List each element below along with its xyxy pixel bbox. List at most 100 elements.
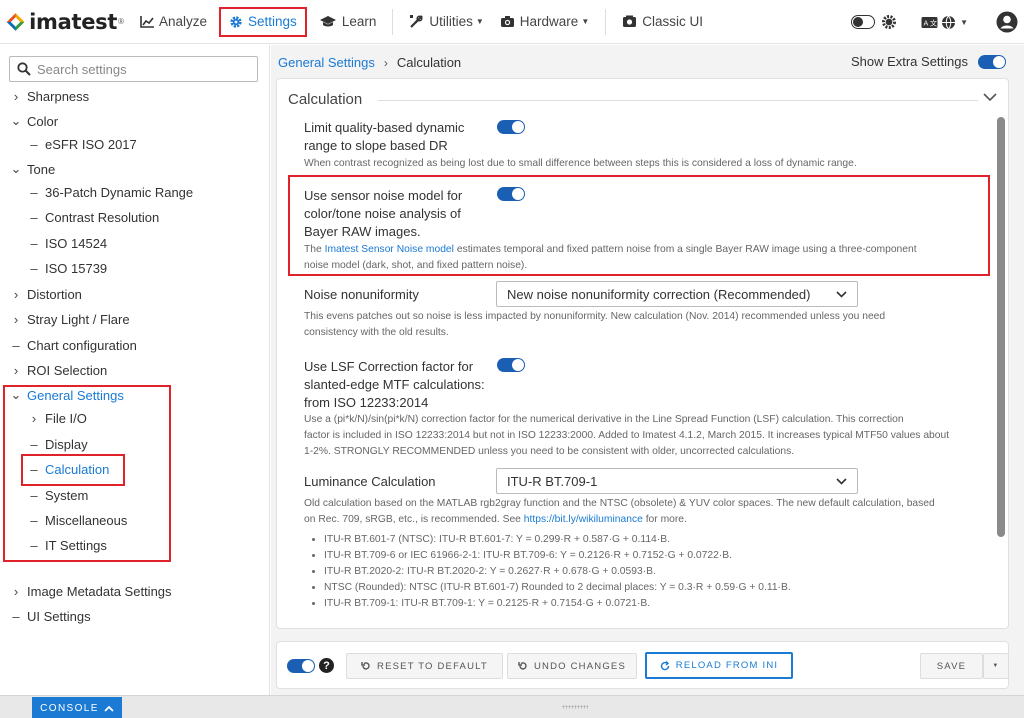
nav-hardware[interactable]: Hardware ▼ (492, 7, 597, 37)
dash-icon: – (30, 136, 38, 152)
chevron-down-icon[interactable] (983, 92, 997, 102)
luminance-calculation-select[interactable]: ITU-R BT.709-1 (496, 468, 858, 494)
wikiluminance-link[interactable]: https://bit.ly/wikiluminance (524, 514, 643, 525)
breadcrumb-general-settings[interactable]: General Settings (278, 55, 375, 70)
sidebar-item-it-settings[interactable]: – IT Settings (27, 534, 107, 556)
chevron-right-icon: › (31, 410, 37, 426)
sidebar-item-roi-selection[interactable]: › ROI Selection (9, 359, 107, 381)
sidebar-item-contrast-resolution[interactable]: – Contrast Resolution (27, 206, 159, 228)
dash-icon: – (30, 184, 38, 200)
undo-changes-button[interactable]: UNDO CHANGES (507, 653, 637, 679)
user-avatar-icon[interactable] (996, 11, 1018, 33)
sidebar-item-system[interactable]: – System (27, 484, 88, 506)
search-input[interactable] (37, 61, 247, 77)
desc-line: Old calculation based on the MATLAB rgb2… (304, 498, 935, 509)
chevron-down-icon: ⌄ (10, 113, 22, 128)
lsf-label-line: slanted-edge MTF calculations: (304, 377, 485, 392)
desc-line: consistency with the old results. (304, 327, 449, 338)
main-content: General Settings › Calculation Show Extr… (271, 45, 1024, 695)
save-label: SAVE (936, 660, 967, 672)
chevron-down-icon (836, 290, 847, 298)
noise-nonuniformity-select[interactable]: New noise nonuniformity correction (Reco… (496, 281, 858, 307)
sidebar-item-iso-15739[interactable]: – ISO 15739 (27, 257, 107, 279)
theme-toggle-knob (853, 16, 864, 27)
search-icon (17, 62, 31, 76)
show-extra-toggle[interactable] (978, 54, 1006, 69)
theme-toggle[interactable] (851, 15, 876, 29)
limit-dr-toggle[interactable] (497, 120, 525, 134)
reset-to-default-button[interactable]: RESET TO DEFAULT (346, 653, 503, 679)
list-item: NTSC (Rounded): NTSC (ITU-R BT.601-7) Ro… (324, 580, 994, 596)
sidebar-item-ui-settings[interactable]: – UI Settings (9, 605, 90, 627)
lsf-correction-toggle[interactable] (497, 358, 525, 372)
sidebar-item-image-metadata[interactable]: › Image Metadata Settings (9, 580, 172, 602)
dash-icon: – (30, 461, 38, 477)
nav-hardware-label: Hardware (519, 14, 579, 29)
breadcrumb-current: Calculation (396, 55, 462, 70)
chevron-down-icon: ⌄ (10, 161, 22, 176)
nav-utilities[interactable]: Utilities ▼ (401, 7, 491, 37)
list-item: ITU-R BT.2020-2: ITU-R BT.2020-2: Y = 0.… (324, 564, 994, 580)
sidebar-item-label: Display (45, 436, 88, 452)
nav-divider (605, 8, 607, 35)
language-caret-icon[interactable]: ▼ (960, 18, 968, 27)
sidebar-item-chart-configuration[interactable]: – Chart configuration (9, 334, 136, 356)
nav-settings[interactable]: Settings (219, 6, 307, 37)
dash-icon: – (30, 209, 38, 225)
sidebar-item-label: Image Metadata Settings (27, 583, 172, 599)
sidebar-item-label: Miscellaneous (45, 512, 128, 528)
brightness-icon[interactable] (881, 14, 897, 30)
console-toggle-button[interactable]: CONSOLE (32, 697, 122, 718)
chevron-right-icon: › (13, 286, 19, 302)
help-icon[interactable]: ? (319, 658, 334, 673)
sidebar-item-iso-14524[interactable]: – ISO 14524 (27, 232, 107, 254)
save-options-button[interactable]: ▼ (983, 653, 1009, 679)
translate-icon[interactable]: A文 (921, 15, 939, 29)
nav-learn[interactable]: Learn (311, 7, 385, 37)
reload-from-ini-button[interactable]: RELOAD FROM INI (645, 652, 793, 679)
save-button[interactable]: SAVE (920, 653, 983, 679)
globe-icon[interactable] (941, 15, 956, 30)
sidebar-item-calculation[interactable]: – Calculation (27, 458, 109, 480)
imatest-logo[interactable]: imatest ® (6, 10, 124, 34)
sidebar-item-esfr-iso-2017[interactable]: – eSFR ISO 2017 (27, 133, 137, 155)
sidebar-item-miscellaneous[interactable]: – Miscellaneous (27, 509, 127, 531)
sidebar-item-label: eSFR ISO 2017 (45, 136, 137, 152)
tools-icon (410, 15, 424, 28)
sidebar-item-distortion[interactable]: › Distortion (9, 283, 82, 305)
sensor-noise-toggle[interactable] (497, 187, 525, 201)
desc-text: for more. (642, 514, 687, 525)
sensor-noise-label-line: Bayer RAW images. (304, 224, 421, 239)
show-extra-settings: Show Extra Settings (851, 54, 1006, 69)
sidebar-item-label: ISO 15739 (45, 260, 108, 276)
sidebar-item-general-settings[interactable]: ⌄ General Settings (9, 384, 124, 406)
sidebar-item-file-io[interactable]: › File I/O (27, 407, 87, 429)
sidebar-item-display[interactable]: – Display (27, 433, 88, 455)
search-box[interactable] (9, 56, 258, 82)
sidebar-item-color[interactable]: ⌄ Color (9, 110, 59, 132)
sidebar-item-sharpness[interactable]: › Sharpness (9, 85, 89, 107)
nav-analyze[interactable]: Analyze (132, 7, 215, 37)
app-name: imatest (29, 9, 118, 34)
sidebar-item-label: Stray Light / Flare (27, 311, 130, 327)
desc-text: on Rec. 709, sRGB, etc., is recommended.… (304, 514, 524, 525)
sidebar-item-stray-light[interactable]: › Stray Light / Flare (9, 308, 130, 330)
sidebar-item-label: Calculation (45, 461, 110, 477)
chevron-up-icon (104, 705, 114, 712)
sidebar-item-36-patch[interactable]: –36-Patch Dynamic Range (27, 181, 193, 203)
sidebar-item-label: IT Settings (45, 537, 107, 553)
limit-dr-label-line: range to slope based DR (304, 138, 448, 153)
scrollbar-thumb[interactable] (997, 117, 1005, 537)
chevron-right-icon: › (383, 55, 388, 70)
svg-text:A: A (924, 20, 929, 28)
nav-classic-ui[interactable]: Classic UI (614, 7, 711, 37)
sensor-noise-model-link[interactable]: Imatest Sensor Noise model (325, 244, 454, 255)
sensor-noise-desc-line: noise model (dark, shot, and fixed patte… (304, 260, 528, 271)
undo-label: UNDO CHANGES (534, 660, 626, 672)
list-item: ITU-R BT.709-6 or IEC 61966-2-1: ITU-R B… (324, 548, 994, 564)
resize-grip[interactable] (562, 705, 588, 709)
dash-icon: – (12, 337, 20, 353)
action-toggle[interactable] (287, 659, 315, 673)
lsf-label-line: Use LSF Correction factor for (304, 359, 474, 374)
sidebar-item-tone[interactable]: ⌄ Tone (9, 158, 56, 180)
